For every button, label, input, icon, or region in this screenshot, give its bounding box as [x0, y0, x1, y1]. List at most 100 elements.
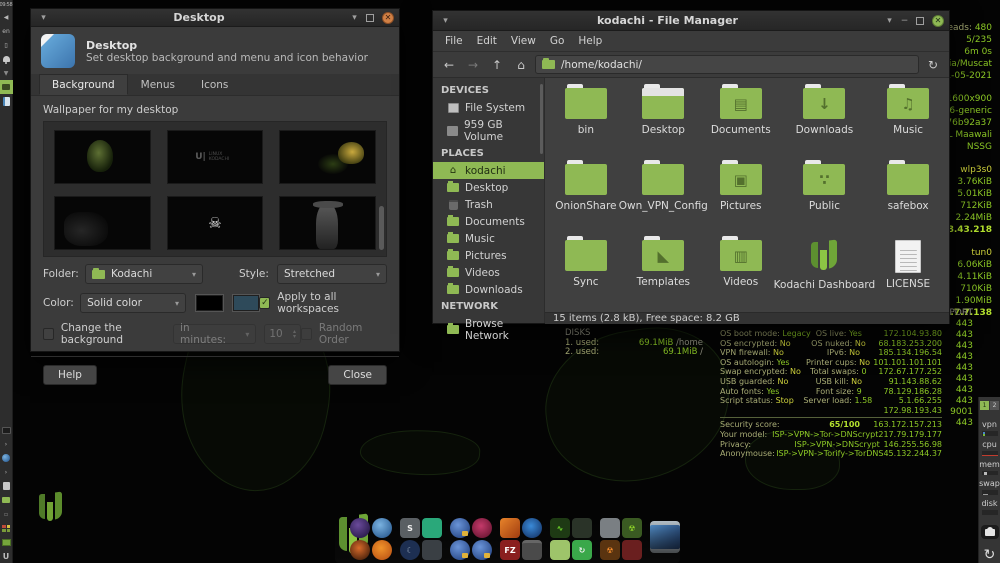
- sidebar-item-file-system[interactable]: File System: [433, 99, 544, 116]
- file-item-documents[interactable]: ▤ Documents: [708, 84, 774, 160]
- file-item-sync[interactable]: Sync: [553, 236, 619, 312]
- sidebar-item-pictures[interactable]: Pictures: [433, 247, 544, 264]
- kodachi-menu-icon[interactable]: U: [0, 549, 13, 563]
- help-button[interactable]: Help: [43, 365, 97, 385]
- wallpaper-thumbnail-gold-mask[interactable]: [279, 130, 376, 184]
- menu-go[interactable]: Go: [544, 33, 571, 49]
- power-manager-icon[interactable]: ▯: [0, 38, 13, 52]
- menu-file[interactable]: File: [439, 33, 469, 49]
- file-item-desktop[interactable]: Desktop: [619, 84, 708, 160]
- keyboard-key-icon[interactable]: [0, 423, 13, 437]
- folder-dropdown[interactable]: Kodachi ▾: [85, 264, 203, 284]
- stick-window-icon[interactable]: ▾: [882, 16, 897, 26]
- random-order-checkbox[interactable]: [301, 328, 312, 340]
- keyboard-layout-indicator[interactable]: en: [0, 24, 13, 38]
- wallpaper-thumbnail-dark[interactable]: [54, 196, 151, 250]
- reload-icon[interactable]: ↻: [923, 56, 943, 74]
- notifications-bell-icon[interactable]: [0, 52, 13, 66]
- interval-spinner[interactable]: 10 ▴ ▾: [264, 324, 302, 344]
- tab-menus[interactable]: Menus: [128, 74, 188, 95]
- interval-dropdown[interactable]: in minutes: ▾: [173, 322, 257, 346]
- restart-icon[interactable]: ↻: [984, 547, 996, 563]
- maximize-icon[interactable]: [366, 13, 374, 22]
- up-icon[interactable]: ↑: [487, 56, 507, 74]
- filezilla-icon[interactable]: FZ: [500, 540, 520, 560]
- folder-shortcut-icon[interactable]: [0, 493, 13, 507]
- privacy-app-icon[interactable]: [472, 518, 492, 538]
- wallpaper-thumbnail-mask[interactable]: [54, 130, 151, 184]
- sidebar-item-documents[interactable]: Documents: [433, 213, 544, 230]
- file-item-own-vpn-config[interactable]: Own_VPN_Config: [619, 160, 708, 236]
- wallpaper-thumbnail-skull[interactable]: ☠: [166, 196, 264, 250]
- taskbar-item-settings-active[interactable]: [0, 80, 13, 94]
- health-monitor-icon[interactable]: ∿: [550, 518, 570, 538]
- wallpaper-thumbnail-figure[interactable]: [279, 196, 376, 250]
- window-button-icon[interactable]: ▫: [0, 507, 13, 521]
- sidebar-item-browse-network[interactable]: Browse Network: [433, 315, 544, 344]
- chevron-right-icon[interactable]: ›: [0, 437, 13, 451]
- window-menu-icon[interactable]: ▾: [36, 13, 51, 23]
- file-archive-icon[interactable]: [522, 540, 542, 560]
- sync-icon[interactable]: [422, 518, 442, 538]
- gamepad-icon[interactable]: [572, 518, 592, 538]
- network-indicator-icon[interactable]: ▼: [0, 66, 13, 80]
- sidebar-item-videos[interactable]: Videos: [433, 264, 544, 281]
- sidebar-item-downloads[interactable]: Downloads: [433, 281, 544, 298]
- file-item-license[interactable]: LICENSE: [875, 236, 941, 312]
- sidebar-item-trash[interactable]: Trash: [433, 196, 544, 213]
- close-icon[interactable]: ✕: [382, 11, 394, 24]
- file-item-downloads[interactable]: ↓ Downloads: [774, 84, 876, 160]
- fm-titlebar[interactable]: ▾ kodachi - File Manager ▾ − ✕: [433, 11, 949, 31]
- tab-icons[interactable]: Icons: [188, 74, 241, 95]
- style-dropdown[interactable]: Stretched ▾: [277, 264, 387, 284]
- apply-all-checkbox[interactable]: ✓: [259, 297, 271, 309]
- taskbar-item-file-manager[interactable]: [0, 94, 13, 108]
- file-item-templates[interactable]: ◣ Templates: [619, 236, 708, 312]
- tor-globe-icon[interactable]: [0, 451, 13, 465]
- wallpaper-scrollbar[interactable]: [379, 206, 384, 250]
- path-bar[interactable]: /home/kodachi/: [535, 55, 919, 74]
- close-button[interactable]: Close: [328, 365, 387, 385]
- change-background-checkbox[interactable]: [43, 328, 54, 340]
- sidebar-item-kodachi[interactable]: ⌂ kodachi: [433, 162, 544, 179]
- display-shortcut-icon[interactable]: [0, 535, 13, 549]
- proxy-browser-icon[interactable]: [472, 540, 492, 560]
- workspace-pager-icon[interactable]: [0, 521, 13, 535]
- display-settings-icon[interactable]: [650, 520, 680, 553]
- settings-titlebar[interactable]: ▾ Desktop ▾ ✕: [31, 9, 399, 27]
- file-item-safebox[interactable]: safebox: [875, 160, 941, 236]
- web-browser-icon[interactable]: [372, 518, 392, 538]
- workspace-1[interactable]: 1: [980, 401, 989, 410]
- radiation-orange-icon[interactable]: ☢: [600, 540, 620, 560]
- chevron-right-icon[interactable]: ›: [0, 465, 13, 479]
- system-monitor-icon[interactable]: [550, 540, 570, 560]
- sidebar-item-volume[interactable]: 959 GB Volume: [433, 116, 544, 145]
- printer-icon[interactable]: [600, 518, 620, 538]
- safe-box-icon[interactable]: [622, 540, 642, 560]
- file-item-videos[interactable]: ▥ Videos: [708, 236, 774, 312]
- sidebar-item-desktop[interactable]: Desktop: [433, 179, 544, 196]
- firefox-icon[interactable]: [372, 540, 392, 560]
- color-dropdown[interactable]: Solid color ▾: [80, 293, 186, 313]
- close-icon[interactable]: ✕: [932, 14, 944, 27]
- peripherals-icon[interactable]: [422, 540, 442, 560]
- network-map-icon[interactable]: [522, 518, 542, 538]
- clipboard-icon[interactable]: [0, 479, 13, 493]
- volume-icon[interactable]: ◀: [0, 10, 13, 24]
- vpn-browser-icon[interactable]: [450, 540, 470, 560]
- settings-manager-icon[interactable]: S: [400, 518, 420, 538]
- window-menu-icon[interactable]: ▾: [438, 16, 453, 26]
- radiation-green-icon[interactable]: ☢: [622, 518, 642, 538]
- color-swatch-1[interactable]: [195, 294, 224, 312]
- forward-icon[interactable]: →: [463, 56, 483, 74]
- file-item-bin[interactable]: bin: [553, 84, 619, 160]
- maximize-icon[interactable]: [916, 16, 924, 25]
- color-swatch-2[interactable]: [231, 294, 261, 312]
- file-item-pictures[interactable]: ▣ Pictures: [708, 160, 774, 236]
- menu-edit[interactable]: Edit: [471, 33, 503, 49]
- file-item-kodachi-dashboard[interactable]: Kodachi Dashboard: [774, 236, 875, 312]
- tor-browser-icon[interactable]: [350, 518, 370, 538]
- file-item-public[interactable]: ∵ Public: [774, 160, 876, 236]
- stick-window-icon[interactable]: ▾: [347, 13, 362, 23]
- refresh-app-icon[interactable]: ↻: [572, 540, 592, 560]
